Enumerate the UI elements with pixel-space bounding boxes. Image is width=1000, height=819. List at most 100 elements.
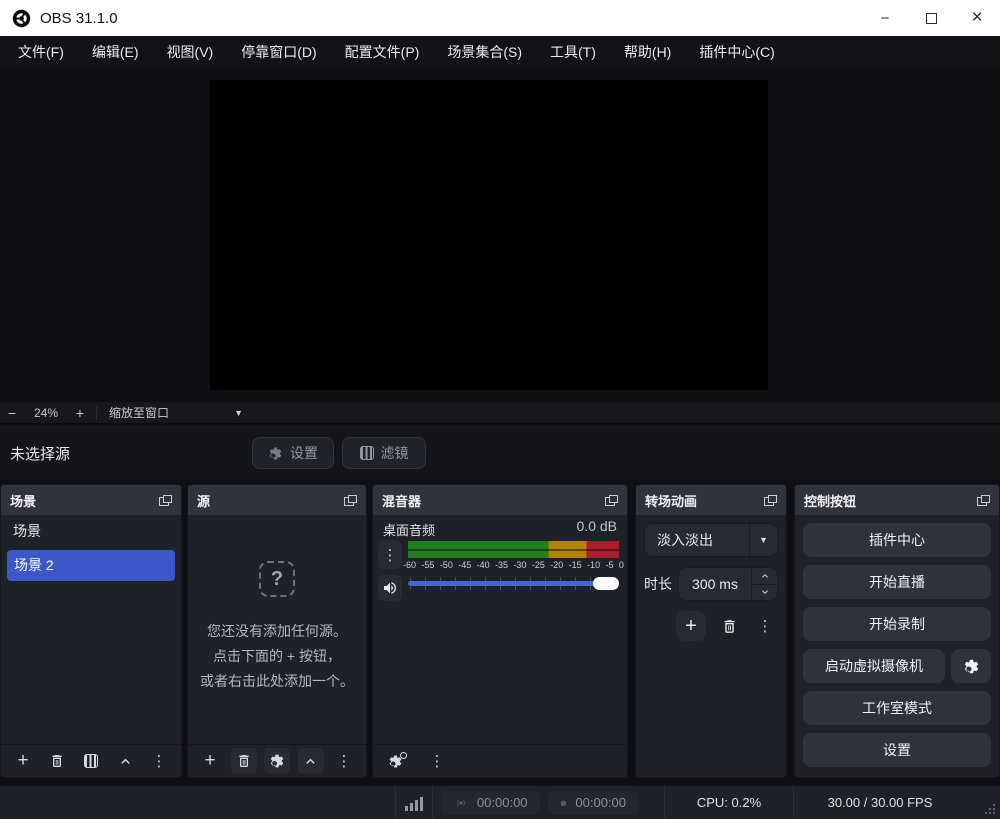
source-filters-label: 滤镜: [381, 443, 409, 463]
minimize-button[interactable]: −: [862, 0, 908, 36]
menu-item-profile[interactable]: 配置文件(P): [331, 36, 434, 68]
zoom-in-button[interactable]: +: [68, 405, 92, 421]
record-status: ● 00:00:00: [548, 791, 638, 815]
divider: [96, 406, 97, 420]
scale-tick: -5: [605, 560, 613, 570]
dock-area: 场景 场景 场景 2 + ⋮ 源: [0, 484, 1000, 778]
transition-select[interactable]: 淡入淡出 ▼: [644, 523, 778, 557]
channel-options-button[interactable]: ⋮: [378, 540, 402, 569]
scale-tick: 0: [619, 560, 624, 570]
start-streaming-button[interactable]: 开始直播: [803, 565, 991, 599]
fit-to-window-select[interactable]: 缩放至窗口 ▼: [101, 404, 249, 421]
move-scene-up-button[interactable]: [112, 748, 138, 774]
trash-icon: [721, 618, 738, 635]
menu-item-plugin-center[interactable]: 插件中心(C): [685, 36, 788, 68]
transitions-dock-header: 转场动画: [636, 485, 786, 515]
menu-item-help[interactable]: 帮助(H): [610, 36, 685, 68]
record-timer: 00:00:00: [575, 795, 626, 810]
scene-item-selected[interactable]: 场景 2: [7, 550, 175, 581]
preview-canvas[interactable]: [210, 80, 768, 390]
hint-line: 点击下面的 + 按钮，: [188, 644, 366, 669]
duration-value[interactable]: 300 ms: [679, 568, 751, 600]
sources-dock-header: 源: [188, 485, 366, 515]
scene-filters-button[interactable]: [78, 748, 104, 774]
popout-icon[interactable]: [159, 495, 172, 506]
broadcast-icon: [453, 795, 469, 811]
remove-transition-button[interactable]: [716, 611, 742, 641]
close-button[interactable]: ×: [954, 0, 1000, 36]
kebab-menu-icon: ⋮: [383, 546, 398, 564]
duration-spinbox[interactable]: 300 ms: [678, 567, 778, 601]
add-transition-button[interactable]: +: [676, 611, 706, 641]
add-scene-button[interactable]: +: [10, 748, 36, 774]
remove-source-button[interactable]: [231, 748, 257, 774]
controls-dock-title: 控制按钮: [804, 491, 856, 510]
virtual-camera-config-button[interactable]: [951, 649, 991, 683]
kebab-menu-icon: ⋮: [152, 752, 167, 770]
sources-dock: 源 ? 您还没有添加任何源。 点击下面的 + 按钮， 或者右击此处添加一个。 +: [187, 484, 367, 778]
add-source-button[interactable]: +: [197, 748, 223, 774]
maximize-button[interactable]: [908, 0, 954, 36]
sources-empty-hint: ? 您还没有添加任何源。 点击下面的 + 按钮， 或者右击此处添加一个。: [188, 561, 366, 694]
virtual-camera-button[interactable]: 启动虚拟摄像机: [803, 649, 945, 683]
remove-scene-button[interactable]: [44, 748, 70, 774]
scenes-more-button[interactable]: ⋮: [146, 748, 172, 774]
scene-item[interactable]: 场景: [1, 515, 181, 547]
menubar: 文件(F) 编辑(E) 视图(V) 停靠窗口(D) 配置文件(P) 场景集合(S…: [0, 36, 1000, 68]
menu-item-edit[interactable]: 编辑(E): [78, 36, 153, 68]
window-title: OBS 31.1.0: [40, 10, 118, 27]
zoom-out-button[interactable]: −: [0, 405, 24, 421]
menu-item-scene-collection[interactable]: 场景集合(S): [433, 36, 536, 68]
advanced-audio-button[interactable]: [382, 748, 408, 774]
volume-meter: [408, 541, 619, 558]
start-recording-button[interactable]: 开始录制: [803, 607, 991, 641]
studio-mode-button[interactable]: 工作室模式: [803, 691, 991, 725]
popout-icon[interactable]: [977, 495, 990, 506]
sources-more-button[interactable]: ⋮: [331, 748, 357, 774]
cpu-usage: CPU: 0.2%: [665, 795, 793, 810]
sources-list[interactable]: ? 您还没有添加任何源。 点击下面的 + 按钮， 或者右击此处添加一个。: [188, 515, 366, 744]
settings-button[interactable]: 设置: [803, 733, 991, 767]
scale-tick: -55: [421, 560, 434, 570]
source-properties-button[interactable]: [264, 748, 290, 774]
volume-slider[interactable]: [408, 576, 619, 591]
transition-buttons: + ⋮: [676, 611, 778, 641]
slider-handle[interactable]: [593, 577, 619, 590]
scenes-dock-header: 场景: [1, 485, 181, 515]
scale-tick: -40: [477, 560, 490, 570]
mixer-more-button[interactable]: ⋮: [424, 748, 450, 774]
source-properties-button[interactable]: 设置: [252, 437, 334, 469]
preview-area: [0, 68, 1000, 402]
menu-item-view[interactable]: 视图(V): [153, 36, 228, 68]
scale-tick: -60: [403, 560, 416, 570]
plugin-center-button[interactable]: 插件中心: [803, 523, 991, 557]
gear-icon: [268, 446, 283, 461]
menu-item-tools[interactable]: 工具(T): [536, 36, 610, 68]
network-signal-icon: [396, 795, 432, 811]
divider: [432, 786, 433, 819]
scale-tick: -30: [513, 560, 526, 570]
mixer-dock-header: 混音器: [373, 485, 627, 515]
sources-toolbar: + ⋮: [188, 744, 366, 777]
kebab-menu-icon: ⋮: [430, 752, 445, 770]
menu-item-docks[interactable]: 停靠窗口(D): [227, 36, 330, 68]
spin-down-button[interactable]: [752, 585, 777, 601]
fps-indicator: 30.00 / 30.00 FPS: [794, 795, 966, 810]
popout-icon[interactable]: [764, 495, 777, 506]
spin-up-button[interactable]: [752, 568, 777, 585]
source-filters-button[interactable]: 滤镜: [342, 437, 426, 469]
mute-button[interactable]: [378, 575, 402, 601]
minimize-icon: −: [881, 10, 890, 27]
resize-grip[interactable]: [985, 804, 995, 814]
popout-icon[interactable]: [344, 495, 357, 506]
chevron-down-icon: ▼: [234, 408, 243, 418]
slider-track[interactable]: [408, 581, 619, 586]
add-icon: +: [204, 750, 215, 772]
popout-icon[interactable]: [605, 495, 618, 506]
menu-item-file[interactable]: 文件(F): [4, 36, 78, 68]
duration-label: 时长: [644, 574, 678, 594]
gear-icon: [963, 658, 980, 675]
move-source-up-button[interactable]: [298, 748, 324, 774]
scenes-dock: 场景 场景 场景 2 + ⋮: [0, 484, 182, 778]
transition-properties-button[interactable]: ⋮: [752, 611, 778, 641]
